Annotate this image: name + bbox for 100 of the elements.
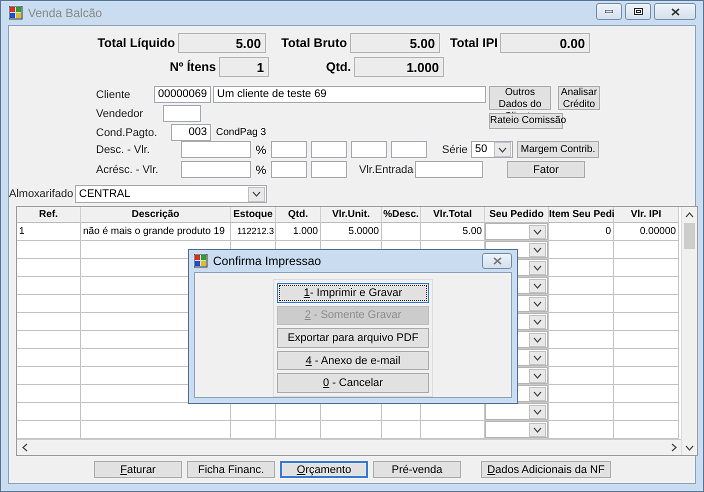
total-label: Total Líquido bbox=[96, 36, 176, 50]
table-cell bbox=[614, 331, 679, 349]
dialog-button[interactable]: 1- Imprimir e Gravar bbox=[277, 283, 429, 303]
table-cell: 1.000 bbox=[276, 223, 321, 241]
column-header[interactable]: Qtd. bbox=[276, 207, 321, 223]
field-label: Série bbox=[442, 144, 469, 156]
field-label: Desc. - Vlr. bbox=[96, 144, 151, 156]
scrollbar-thumb[interactable] bbox=[684, 223, 695, 249]
app-icon bbox=[194, 254, 208, 268]
table-cell: 0.00000 bbox=[614, 223, 679, 241]
field-label: Cliente bbox=[96, 88, 132, 100]
input-field[interactable]: Um cliente de teste 69 bbox=[213, 86, 486, 103]
caret-icon bbox=[533, 408, 542, 414]
column-header[interactable]: Vlr.Total bbox=[421, 207, 485, 223]
close-icon bbox=[670, 8, 680, 16]
close-button[interactable] bbox=[654, 3, 696, 20]
input-field[interactable]: 003 bbox=[171, 124, 211, 141]
dialog-button[interactable]: Exportar para arquivo PDF bbox=[277, 328, 429, 348]
credit-button[interactable]: Analisar Crédito bbox=[558, 86, 600, 110]
table-cell bbox=[17, 241, 81, 259]
table-cell bbox=[614, 385, 679, 403]
action-button[interactable]: Pré-venda bbox=[373, 461, 461, 478]
table-cell: não é mais o grande produto 19 bbox=[81, 223, 231, 241]
table-cell bbox=[614, 277, 679, 295]
input-field[interactable] bbox=[181, 141, 251, 158]
dialog-button[interactable]: 4 - Anexo de e-mail bbox=[277, 350, 429, 370]
column-header[interactable]: Descrição bbox=[81, 207, 231, 223]
dialog-button[interactable]: 0 - Cancelar bbox=[277, 373, 429, 393]
caret-icon bbox=[533, 390, 542, 396]
input-field[interactable]: 00000069 bbox=[154, 86, 211, 103]
action-button[interactable]: Orçamento bbox=[280, 461, 368, 478]
minimize-icon bbox=[605, 10, 613, 13]
window-title: Venda Balcão bbox=[28, 6, 102, 20]
action-button[interactable]: Faturar bbox=[94, 461, 182, 478]
input-field[interactable] bbox=[311, 161, 347, 178]
total-value: 1.000 bbox=[354, 57, 444, 77]
table-cell bbox=[614, 241, 679, 259]
app-icon bbox=[9, 6, 23, 20]
caret-icon bbox=[533, 336, 542, 342]
table-cell bbox=[614, 295, 679, 313]
input-field[interactable] bbox=[351, 141, 387, 158]
caret-icon bbox=[252, 191, 261, 197]
action-button[interactable]: Dados Adicionais da NF bbox=[481, 461, 611, 478]
dropdown-field[interactable] bbox=[485, 403, 548, 420]
table-cell bbox=[614, 349, 679, 367]
input-field[interactable] bbox=[271, 141, 307, 158]
column-header[interactable]: Seu Pedido bbox=[485, 207, 549, 223]
total-label: Qtd. bbox=[325, 60, 352, 74]
scrollbar[interactable] bbox=[681, 207, 697, 455]
field-label: Almoxarifado bbox=[9, 188, 74, 200]
column-header[interactable]: Ref. bbox=[17, 207, 81, 223]
column-header[interactable]: Item Seu Pedi bbox=[549, 207, 614, 223]
column-header[interactable]: Vlr.Unit. bbox=[321, 207, 382, 223]
dialog-title: Confirma Impressao bbox=[213, 254, 322, 268]
caret-icon bbox=[533, 300, 542, 306]
minimize-button[interactable] bbox=[596, 3, 622, 20]
caret-icon bbox=[498, 146, 507, 152]
caret-icon bbox=[533, 246, 542, 252]
input-field[interactable] bbox=[181, 161, 251, 178]
table-cell bbox=[614, 259, 679, 277]
total-value: 1 bbox=[219, 57, 269, 77]
table-cell: 112212.3 bbox=[231, 223, 276, 241]
table-cell: 5.0000 bbox=[321, 223, 382, 241]
caret-icon bbox=[533, 264, 542, 270]
caret-icon bbox=[533, 354, 542, 360]
action-button[interactable]: Ficha Financ. bbox=[187, 461, 275, 478]
table-cell bbox=[614, 313, 679, 331]
factor-button[interactable]: Fator bbox=[507, 161, 585, 178]
dropdown-field[interactable] bbox=[485, 223, 548, 240]
total-label: Nº Ítens bbox=[168, 60, 217, 74]
restore-icon bbox=[634, 8, 642, 15]
field-label: Cond.Pagto. bbox=[96, 126, 158, 138]
total-label: Total IPI bbox=[450, 36, 499, 50]
input-field[interactable] bbox=[271, 161, 307, 178]
dropdown-field[interactable]: 50 bbox=[471, 141, 513, 158]
caret-icon bbox=[533, 372, 542, 378]
caret-icon bbox=[533, 282, 542, 288]
close-icon bbox=[492, 257, 502, 265]
dropdown-field[interactable] bbox=[485, 421, 548, 438]
table-cell: 0 bbox=[549, 223, 614, 241]
total-value: 5.00 bbox=[178, 33, 266, 53]
dropdown-field[interactable]: CENTRAL bbox=[75, 185, 267, 203]
input-field[interactable] bbox=[311, 141, 347, 158]
column-header[interactable]: Estoque bbox=[231, 207, 276, 223]
caret-icon bbox=[533, 318, 542, 324]
percent-label: % bbox=[254, 142, 268, 156]
total-label: Total Bruto bbox=[280, 36, 348, 50]
restore-button[interactable] bbox=[625, 3, 651, 20]
input-field[interactable] bbox=[391, 141, 427, 158]
field-label: Acrésc. - Vlr. bbox=[96, 164, 160, 176]
input-field[interactable] bbox=[415, 161, 483, 178]
column-header[interactable]: %Desc. bbox=[382, 207, 421, 223]
input-field[interactable] bbox=[163, 105, 201, 122]
table-cell bbox=[614, 403, 679, 421]
column-header[interactable]: Vlr. IPI bbox=[614, 207, 679, 223]
scrollbar[interactable] bbox=[17, 439, 681, 455]
caret-icon bbox=[533, 228, 542, 234]
client-data-button[interactable]: Outros Dados do bbox=[489, 86, 551, 110]
margin-button[interactable]: Margem Contrib. bbox=[517, 141, 599, 158]
total-value: 5.00 bbox=[350, 33, 440, 53]
